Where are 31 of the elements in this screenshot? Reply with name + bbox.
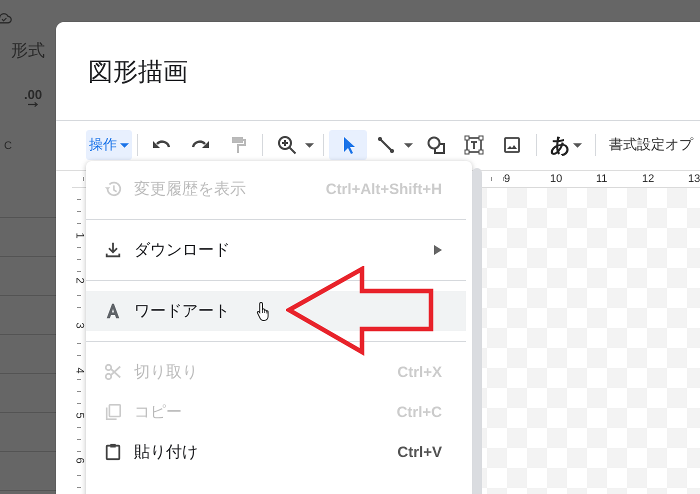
menu-label[interactable]: 形式 xyxy=(11,39,56,65)
decimal-button[interactable]: .00 xyxy=(24,87,42,107)
caret-icon[interactable] xyxy=(305,142,314,148)
arrow-icon xyxy=(27,102,40,107)
text-box-icon xyxy=(464,135,484,155)
cloud-icon xyxy=(0,12,12,24)
copy-icon xyxy=(104,403,122,421)
text-style-button[interactable]: あ xyxy=(542,130,590,160)
menu-item[interactable]: 貼り付け Ctrl+V xyxy=(86,432,466,472)
scissors-icon xyxy=(104,363,122,381)
format-options-button[interactable]: 書式設定オプ xyxy=(601,130,700,160)
actions-menu-button[interactable]: 操作 xyxy=(86,130,132,160)
ruler-number: 3 xyxy=(74,318,84,332)
caret-icon[interactable] xyxy=(573,142,582,148)
zoom-icon xyxy=(277,135,297,155)
caret-icon[interactable] xyxy=(404,142,413,148)
clipboard-icon xyxy=(104,443,122,461)
column-header[interactable]: C xyxy=(4,140,56,152)
caret-icon[interactable] xyxy=(120,142,129,148)
shortcut-text: Ctrl+V xyxy=(397,444,442,460)
letter-a-icon xyxy=(104,302,122,320)
dialog-title: 図形描画 xyxy=(88,56,188,88)
line-icon xyxy=(376,135,396,155)
shapes-icon xyxy=(426,135,446,155)
menu-scrollbar[interactable] xyxy=(472,168,482,494)
history-icon xyxy=(104,180,122,198)
image-icon xyxy=(502,135,522,155)
menu-item[interactable]: ダウンロード xyxy=(86,230,466,270)
pointer-button[interactable] xyxy=(329,130,367,160)
menu-item[interactable]: ワードアート xyxy=(86,291,466,331)
download-icon xyxy=(104,241,122,259)
